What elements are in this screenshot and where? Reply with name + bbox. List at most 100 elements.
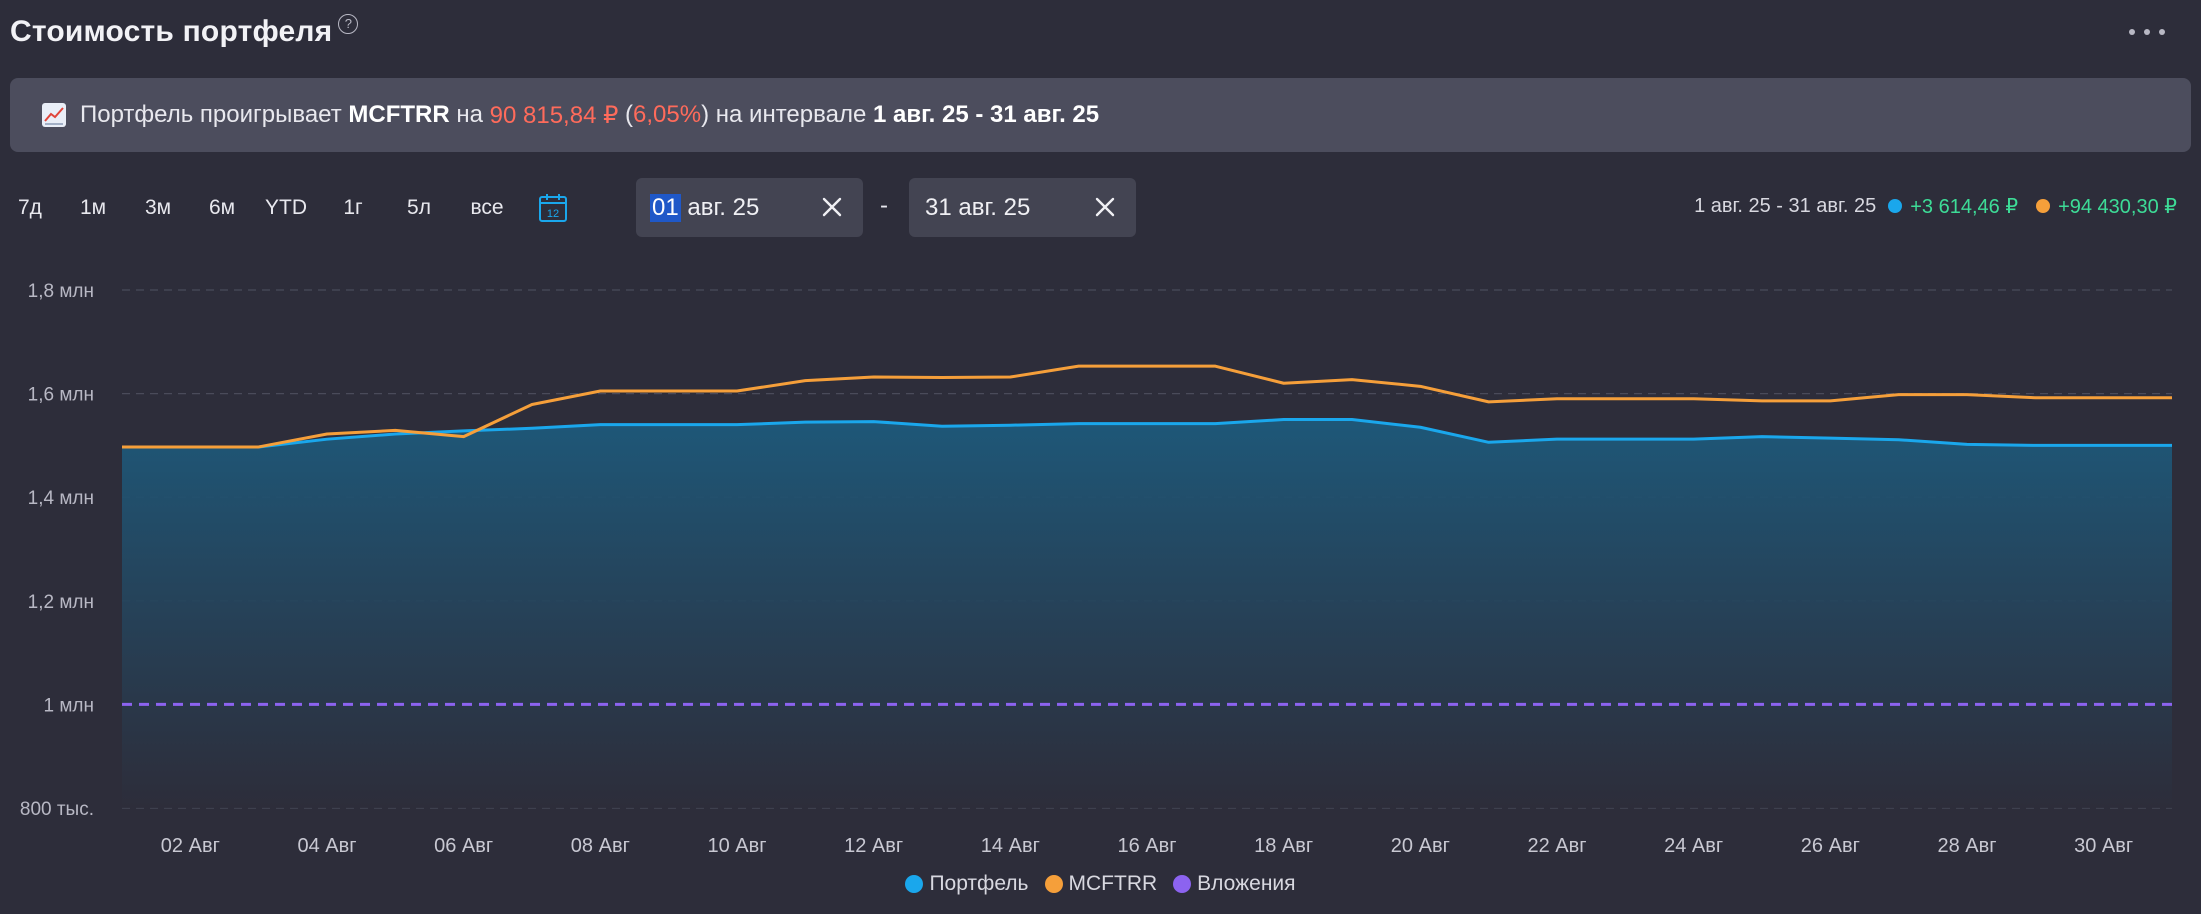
portfolio-point[interactable] bbox=[1418, 425, 1422, 429]
benchmark-point[interactable] bbox=[1008, 375, 1012, 379]
portfolio-point[interactable] bbox=[1213, 422, 1217, 426]
legend-item-investments[interactable]: Вложения bbox=[1173, 872, 1296, 896]
investments-point[interactable] bbox=[393, 702, 397, 706]
benchmark-point[interactable] bbox=[393, 428, 397, 432]
benchmark-point[interactable] bbox=[1077, 364, 1081, 368]
investments-point[interactable] bbox=[735, 702, 739, 706]
portfolio-point[interactable] bbox=[2033, 443, 2037, 447]
investments-point[interactable] bbox=[1760, 702, 1764, 706]
benchmark-point[interactable] bbox=[1487, 400, 1491, 404]
benchmark-point[interactable] bbox=[803, 379, 807, 383]
portfolio-point[interactable] bbox=[2170, 443, 2174, 447]
range-all-button[interactable]: все bbox=[454, 190, 520, 226]
portfolio-point[interactable] bbox=[598, 423, 602, 427]
benchmark-point[interactable] bbox=[257, 445, 261, 449]
portfolio-point[interactable] bbox=[1487, 440, 1491, 444]
benchmark-point[interactable] bbox=[2170, 396, 2174, 400]
portfolio-point[interactable] bbox=[1965, 442, 1969, 446]
benchmark-point[interactable] bbox=[1965, 393, 1969, 397]
clear-date-to-icon[interactable] bbox=[1092, 194, 1118, 220]
portfolio-point[interactable] bbox=[1760, 435, 1764, 439]
investments-point[interactable] bbox=[667, 702, 671, 706]
benchmark-point[interactable] bbox=[598, 389, 602, 393]
portfolio-point[interactable] bbox=[803, 420, 807, 424]
range-ytd-button[interactable]: YTD bbox=[250, 190, 322, 226]
investments-point[interactable] bbox=[1282, 702, 1286, 706]
investments-point[interactable] bbox=[1008, 702, 1012, 706]
investments-point[interactable] bbox=[1828, 702, 1832, 706]
benchmark-point[interactable] bbox=[1692, 397, 1696, 401]
portfolio-point[interactable] bbox=[1692, 437, 1696, 441]
investments-point[interactable] bbox=[1418, 702, 1422, 706]
investments-point[interactable] bbox=[803, 702, 807, 706]
date-to-field[interactable]: 31 авг. 25 bbox=[909, 178, 1136, 237]
portfolio-point[interactable] bbox=[1282, 418, 1286, 422]
benchmark-point[interactable] bbox=[940, 376, 944, 380]
portfolio-point[interactable] bbox=[872, 420, 876, 424]
investments-point[interactable] bbox=[325, 702, 329, 706]
benchmark-point[interactable] bbox=[325, 432, 329, 436]
benchmark-point[interactable] bbox=[1897, 393, 1901, 397]
portfolio-point[interactable] bbox=[735, 423, 739, 427]
investments-point[interactable] bbox=[1213, 702, 1217, 706]
investments-point[interactable] bbox=[530, 702, 534, 706]
portfolio-point[interactable] bbox=[2102, 443, 2106, 447]
investments-point[interactable] bbox=[1350, 702, 1354, 706]
benchmark-point[interactable] bbox=[1418, 384, 1422, 388]
investments-point[interactable] bbox=[1692, 702, 1696, 706]
investments-point[interactable] bbox=[872, 702, 876, 706]
portfolio-point[interactable] bbox=[667, 423, 671, 427]
investments-point[interactable] bbox=[1487, 702, 1491, 706]
benchmark-point[interactable] bbox=[1350, 378, 1354, 382]
investments-point[interactable] bbox=[1555, 702, 1559, 706]
investments-point[interactable] bbox=[2102, 702, 2106, 706]
legend-item-portfolio[interactable]: Портфель bbox=[905, 872, 1029, 896]
date-from-field[interactable]: 01 авг. 25 bbox=[636, 178, 863, 237]
investments-point[interactable] bbox=[598, 702, 602, 706]
benchmark-point[interactable] bbox=[2102, 396, 2106, 400]
range-1m-button[interactable]: 1м bbox=[64, 190, 122, 226]
calendar-icon[interactable]: 12 bbox=[538, 192, 568, 224]
investments-point[interactable] bbox=[1145, 702, 1149, 706]
benchmark-point[interactable] bbox=[667, 389, 671, 393]
benchmark-point[interactable] bbox=[1623, 397, 1627, 401]
benchmark-point[interactable] bbox=[1555, 397, 1559, 401]
benchmark-point[interactable] bbox=[735, 389, 739, 393]
portfolio-point[interactable] bbox=[325, 437, 329, 441]
investments-point[interactable] bbox=[257, 702, 261, 706]
portfolio-point[interactable] bbox=[462, 429, 466, 433]
investments-point[interactable] bbox=[940, 702, 944, 706]
portfolio-point[interactable] bbox=[940, 424, 944, 428]
portfolio-point[interactable] bbox=[1623, 437, 1627, 441]
investments-point[interactable] bbox=[462, 702, 466, 706]
benchmark-point[interactable] bbox=[1760, 399, 1764, 403]
benchmark-point[interactable] bbox=[188, 445, 192, 449]
range-1y-button[interactable]: 1г bbox=[322, 190, 384, 226]
investments-point[interactable] bbox=[2170, 702, 2174, 706]
range-3m-button[interactable]: 3м bbox=[122, 190, 194, 226]
range-5y-button[interactable]: 5л bbox=[384, 190, 454, 226]
legend-item-benchmark[interactable]: MCFTRR bbox=[1044, 872, 1157, 896]
range-7d-button[interactable]: 7д bbox=[18, 190, 64, 226]
benchmark-point[interactable] bbox=[120, 445, 124, 449]
benchmark-point[interactable] bbox=[1213, 364, 1217, 368]
more-options-button[interactable] bbox=[2129, 20, 2165, 44]
investments-point[interactable] bbox=[188, 702, 192, 706]
benchmark-point[interactable] bbox=[1145, 364, 1149, 368]
portfolio-point[interactable] bbox=[1350, 418, 1354, 422]
benchmark-point[interactable] bbox=[1282, 381, 1286, 385]
range-6m-button[interactable]: 6м bbox=[194, 190, 250, 226]
investments-point[interactable] bbox=[1897, 702, 1901, 706]
portfolio-point[interactable] bbox=[1145, 422, 1149, 426]
benchmark-point[interactable] bbox=[462, 435, 466, 439]
portfolio-point[interactable] bbox=[1828, 436, 1832, 440]
portfolio-point[interactable] bbox=[530, 426, 534, 430]
portfolio-point[interactable] bbox=[1897, 438, 1901, 442]
investments-point[interactable] bbox=[1965, 702, 1969, 706]
investments-point[interactable] bbox=[1077, 702, 1081, 706]
benchmark-point[interactable] bbox=[2033, 396, 2037, 400]
benchmark-point[interactable] bbox=[530, 402, 534, 406]
investments-point[interactable] bbox=[2033, 702, 2037, 706]
benchmark-point[interactable] bbox=[1828, 399, 1832, 403]
question-circle-icon[interactable]: ? bbox=[338, 14, 359, 34]
